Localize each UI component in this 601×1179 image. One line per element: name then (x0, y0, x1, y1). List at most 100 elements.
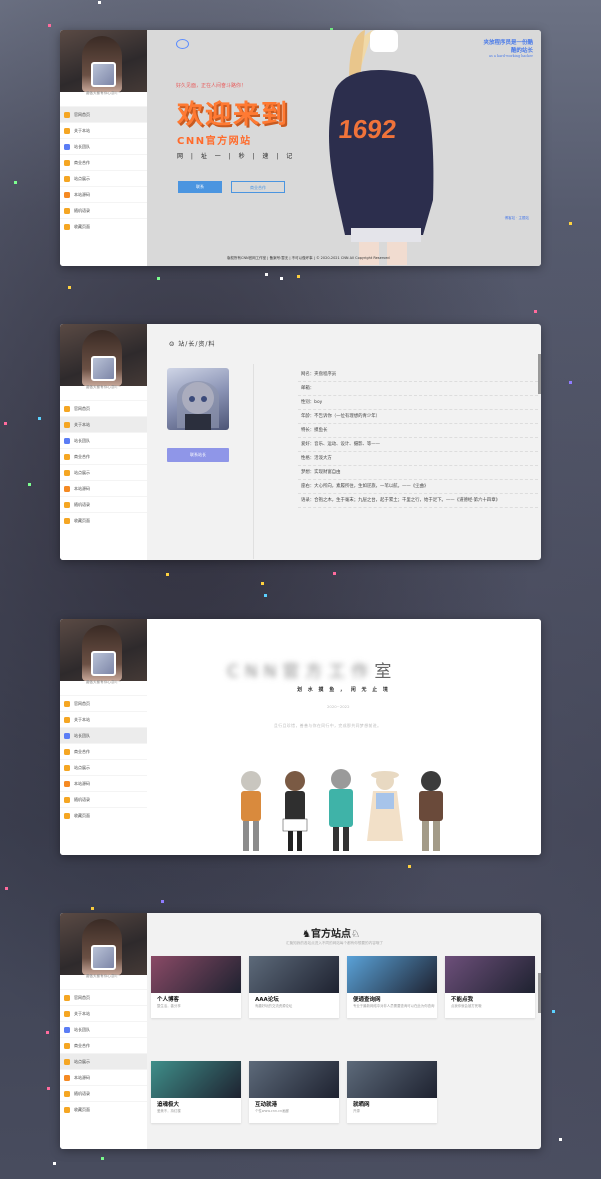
about-info-line: 邮箱： (298, 382, 538, 396)
sidebar-item-label: 关于本站 (74, 128, 90, 133)
sidebar-item[interactable]: 官网首页 (60, 400, 147, 416)
avatar[interactable] (91, 62, 116, 87)
contact-button[interactable]: 联系 (178, 181, 222, 193)
sidebar-item[interactable]: 站长团队 (60, 432, 147, 448)
sidebar-item-label: 站点展示 (74, 765, 90, 770)
sites-title: ♞官方站点♘ (302, 925, 360, 940)
sidebar-item[interactable]: 关于本站 (60, 416, 147, 432)
avatar[interactable] (91, 651, 116, 676)
confetti-dot (280, 277, 283, 280)
sidebar-item[interactable]: 商业合作 (60, 448, 147, 464)
hero-card: 要做天都有你心意吖~ 官网首页 关于本站 站长团队 商业合作 站点展示 本站源码 随机语录收… (60, 30, 541, 266)
sidebar-item[interactable]: 收藏页面 (60, 1101, 147, 1117)
sidebar-item[interactable]: 站点展示 (60, 1053, 147, 1069)
sidebar-item[interactable]: 收藏页面 (60, 512, 147, 528)
about-info-line: 梦想：实现财富自由 (298, 466, 538, 480)
sidebar-item[interactable]: 站长团队 (60, 138, 147, 154)
sidebar-item[interactable]: 本站源码 (60, 186, 147, 202)
confetti-dot (161, 900, 164, 903)
chat-icon[interactable] (176, 39, 189, 49)
menu-icon (64, 422, 70, 428)
hero-links[interactable]: 博客站 · 主题站 (505, 216, 529, 221)
confetti-dot (14, 181, 17, 184)
sidebar-item-label: 随机语录 (74, 1091, 90, 1096)
site-tile[interactable]: 不能点我 点我你就会被打死哦 (445, 956, 535, 1018)
sidebar-item-label: 随机语录 (74, 797, 90, 802)
menu-icon (64, 176, 70, 182)
sidebar-item[interactable]: 站点展示 (60, 170, 147, 186)
menu-icon (64, 765, 70, 771)
divider (253, 364, 254, 559)
sidebar: 要做天都有你心意吖~ 官网首页 关于本站 站长团队 商业合作 站点展示 本站源码 随机语录收… (60, 30, 147, 266)
about-main: ☺ 站/长/资/料 联系站长 网名：夹盘程序员 邮箱： 性别：boy 年龄：不告诉你（… (147, 324, 541, 560)
sidebar-item[interactable]: 站点展示 (60, 464, 147, 480)
sidebar-item-label: 商业合作 (74, 160, 90, 165)
menu-icon (64, 749, 70, 755)
sidebar-item[interactable]: 本站源码 (60, 1069, 147, 1085)
sidebar-item[interactable]: 收藏页面 (60, 807, 147, 823)
sidebar-item-label: 官网首页 (74, 701, 90, 706)
sidebar-menu: 官网首页关于本站 站长团队 商业合作站点展示本站源码随机语录收藏页面 (60, 695, 147, 823)
site-tile[interactable]: 追魂极大 爱美不，持红楼 (151, 1061, 241, 1123)
site-tile[interactable]: 互动就港 个性www.cnn.cn画廊 (249, 1061, 339, 1123)
avatar[interactable] (91, 945, 116, 970)
menu-icon (64, 406, 70, 412)
about-info-line: 性别：boy (298, 396, 538, 410)
sidebar-item-label: 官网首页 (74, 112, 90, 117)
sidebar-item[interactable]: 商业合作 (60, 154, 147, 170)
about-title-text: 站/长/资/料 (178, 341, 216, 348)
sidebar-item[interactable]: 官网首页 (60, 695, 147, 711)
sidebar-item[interactable]: 关于本站 (60, 1005, 147, 1021)
scrollbar[interactable] (538, 354, 541, 394)
sidebar-item-label: 商业合作 (74, 1043, 90, 1048)
confetti-dot (4, 422, 7, 425)
confetti-dot (166, 573, 169, 576)
sidebar-item[interactable]: 随机语录 (60, 1085, 147, 1101)
sidebar-item[interactable]: 收藏页面 (60, 218, 147, 234)
sidebar-item[interactable]: 站长团队 (60, 1021, 147, 1037)
site-tile[interactable]: 就晒网 开源 (347, 1061, 437, 1123)
character-2 (282, 771, 308, 851)
menu-icon (64, 160, 70, 166)
site-tile[interactable]: 便通查询网 专业于最新网络中对非人员需要查询可以在此为你查询 (347, 956, 437, 1018)
site-thumbnail (347, 956, 437, 993)
menu-icon (64, 813, 70, 819)
site-tile[interactable]: AAA论坛 有趣好玩的交流资源论坛 (249, 956, 339, 1018)
scrollbar[interactable] (538, 973, 541, 1013)
sidebar-item[interactable]: 官网首页 (60, 106, 147, 122)
avatar[interactable] (91, 356, 116, 381)
menu-icon (64, 518, 70, 524)
sidebar-item[interactable]: 随机语录 (60, 791, 147, 807)
sidebar: 要做天都有你心意吖~ 官网首页 关于本站 站长团队 商业合作 站点展示 本站源码 随机语录收… (60, 913, 147, 1149)
sidebar-item[interactable]: 关于本站 (60, 122, 147, 138)
sidebar-item[interactable]: 站点展示 (60, 759, 147, 775)
contact-admin-button[interactable]: 联系站长 (167, 448, 229, 462)
sidebar-item[interactable]: 随机语录 (60, 496, 147, 512)
site-tile[interactable]: 个人博客 整生活，善分享 (151, 956, 241, 1018)
sidebar-item[interactable]: 商业合作 (60, 1037, 147, 1053)
sidebar-item[interactable]: 站长团队 (60, 727, 147, 743)
business-button[interactable]: 商业合作 (231, 181, 285, 193)
character-5 (419, 771, 443, 851)
studio-years: 2020~2022 (327, 704, 350, 709)
menu-icon (64, 224, 70, 230)
sidebar-item[interactable]: 本站源码 (60, 775, 147, 791)
sidebar-item[interactable]: 随机语录 (60, 202, 147, 218)
sites-subtitle: 汇聚知我的各站点进入不同的网站每个都有你想要的内容哦了 (286, 941, 384, 945)
about-card: 要做天都有你心意吖~ 官网首页 关于本站 站长团队 商业合作 站点展示 本站源码 随机语录收… (60, 324, 541, 560)
menu-icon (64, 995, 70, 1001)
character-1 (241, 771, 261, 851)
confetti-dot (68, 286, 71, 289)
sidebar-item[interactable]: 关于本站 (60, 711, 147, 727)
sidebar-item[interactable]: 本站源码 (60, 480, 147, 496)
sidebar-item-label: 商业合作 (74, 454, 90, 459)
studio-card: 要做天都有你心意吖~ 官网首页 关于本站 站长团队 商业合作 站点展示 本站源码 随机语录收… (60, 619, 541, 855)
confetti-dot (569, 381, 572, 384)
sidebar-item-label: 站长团队 (74, 438, 90, 443)
sidebar-item[interactable]: 官网首页 (60, 989, 147, 1005)
smile-icon: ☺ (169, 341, 179, 348)
character-3 (329, 769, 353, 851)
site-name: 便通查询网 (353, 997, 381, 1003)
confetti-dot (98, 1, 101, 4)
sidebar-item[interactable]: 商业合作 (60, 743, 147, 759)
